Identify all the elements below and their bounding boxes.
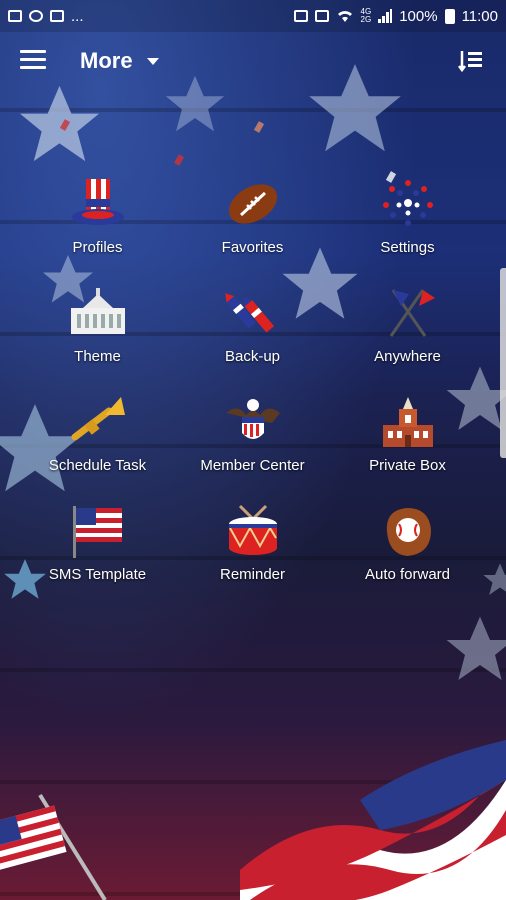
grid-item-label: Back-up	[224, 348, 281, 365]
gallery-icon	[8, 10, 22, 22]
us-flag-icon	[72, 506, 122, 558]
status-bar: ... 4G 2G 100% 11:00	[0, 0, 506, 32]
grid-item-backup[interactable]: Back-up	[175, 284, 330, 393]
white-house-icon	[70, 288, 125, 334]
grid-item-anywhere[interactable]: Anywhere	[330, 284, 485, 393]
grid-item-label: Schedule Task	[48, 457, 147, 474]
grid-item-profiles[interactable]: Profiles	[20, 175, 175, 284]
sort-icon[interactable]	[458, 48, 484, 74]
grid-item-favorites[interactable]: Favorites	[175, 175, 330, 284]
grid-item-theme[interactable]: Theme	[20, 284, 175, 393]
nfc-icon	[314, 10, 329, 22]
grid-item-label: Private Box	[369, 457, 446, 474]
toolbar: More	[0, 34, 506, 88]
football-icon	[228, 184, 277, 224]
grid-item-label: Auto forward	[364, 566, 451, 583]
crossed-flags-icon	[389, 289, 435, 337]
us-flag-decor-left	[0, 793, 107, 900]
network-label-2: 2G	[360, 15, 372, 24]
us-flag-decor-right	[240, 740, 506, 900]
sim-icon	[293, 10, 308, 22]
grid-item-label: SMS Template	[48, 566, 147, 583]
title-dropdown[interactable]: More	[80, 48, 159, 74]
more-notifications: ...	[71, 7, 84, 25]
clock: 11:00	[461, 7, 498, 25]
page-title: More	[80, 48, 133, 73]
notification-icon	[29, 10, 43, 22]
grid-item-settings[interactable]: Settings	[330, 175, 485, 284]
grid-item-schedule-task[interactable]: Schedule Task	[20, 393, 175, 502]
grid-item-sms-template[interactable]: SMS Template	[20, 502, 175, 611]
grid-item-label: Member Center	[200, 457, 305, 474]
star-decor	[19, 85, 100, 162]
wifi-icon	[337, 11, 352, 22]
shopping-bag-icon	[50, 10, 64, 22]
grid-item-label: Reminder	[219, 566, 286, 583]
caret-down-icon	[146, 57, 159, 65]
rockets-icon	[224, 293, 274, 333]
side-panel-handle[interactable]	[500, 268, 506, 458]
baseball-glove-icon	[386, 508, 431, 556]
network-type: 4G 2G	[361, 8, 372, 24]
battery-percent: 100%	[399, 7, 438, 25]
independence-hall-icon	[382, 397, 433, 447]
grid-item-private-box[interactable]: Private Box	[330, 393, 485, 502]
trumpet-icon	[71, 397, 125, 441]
star-decor	[446, 616, 506, 680]
hamburger-menu-icon[interactable]	[20, 50, 46, 72]
grid-item-label: Settings	[380, 239, 435, 256]
fireworks-icon	[382, 180, 433, 226]
grid-item-label: Favorites	[221, 239, 284, 256]
uncle-sam-hat-icon	[71, 179, 124, 225]
eagle-seal-icon	[225, 399, 280, 439]
grid-item-member-center[interactable]: Member Center	[175, 393, 330, 502]
grid-item-label: Profiles	[72, 239, 123, 256]
status-left: ...	[8, 8, 84, 25]
drum-icon	[228, 504, 277, 555]
grid-item-label: Anywhere	[374, 348, 441, 365]
grid-item-auto-forward[interactable]: Auto forward	[330, 502, 485, 611]
status-right: 4G 2G 100% 11:00	[293, 7, 498, 25]
grid-item-label: Theme	[74, 348, 121, 365]
battery-icon	[444, 8, 455, 24]
grid-item-reminder[interactable]: Reminder	[175, 502, 330, 611]
signal-icon	[378, 9, 393, 23]
feature-grid: Profiles Favorites Settings Theme Back-u…	[20, 175, 486, 611]
